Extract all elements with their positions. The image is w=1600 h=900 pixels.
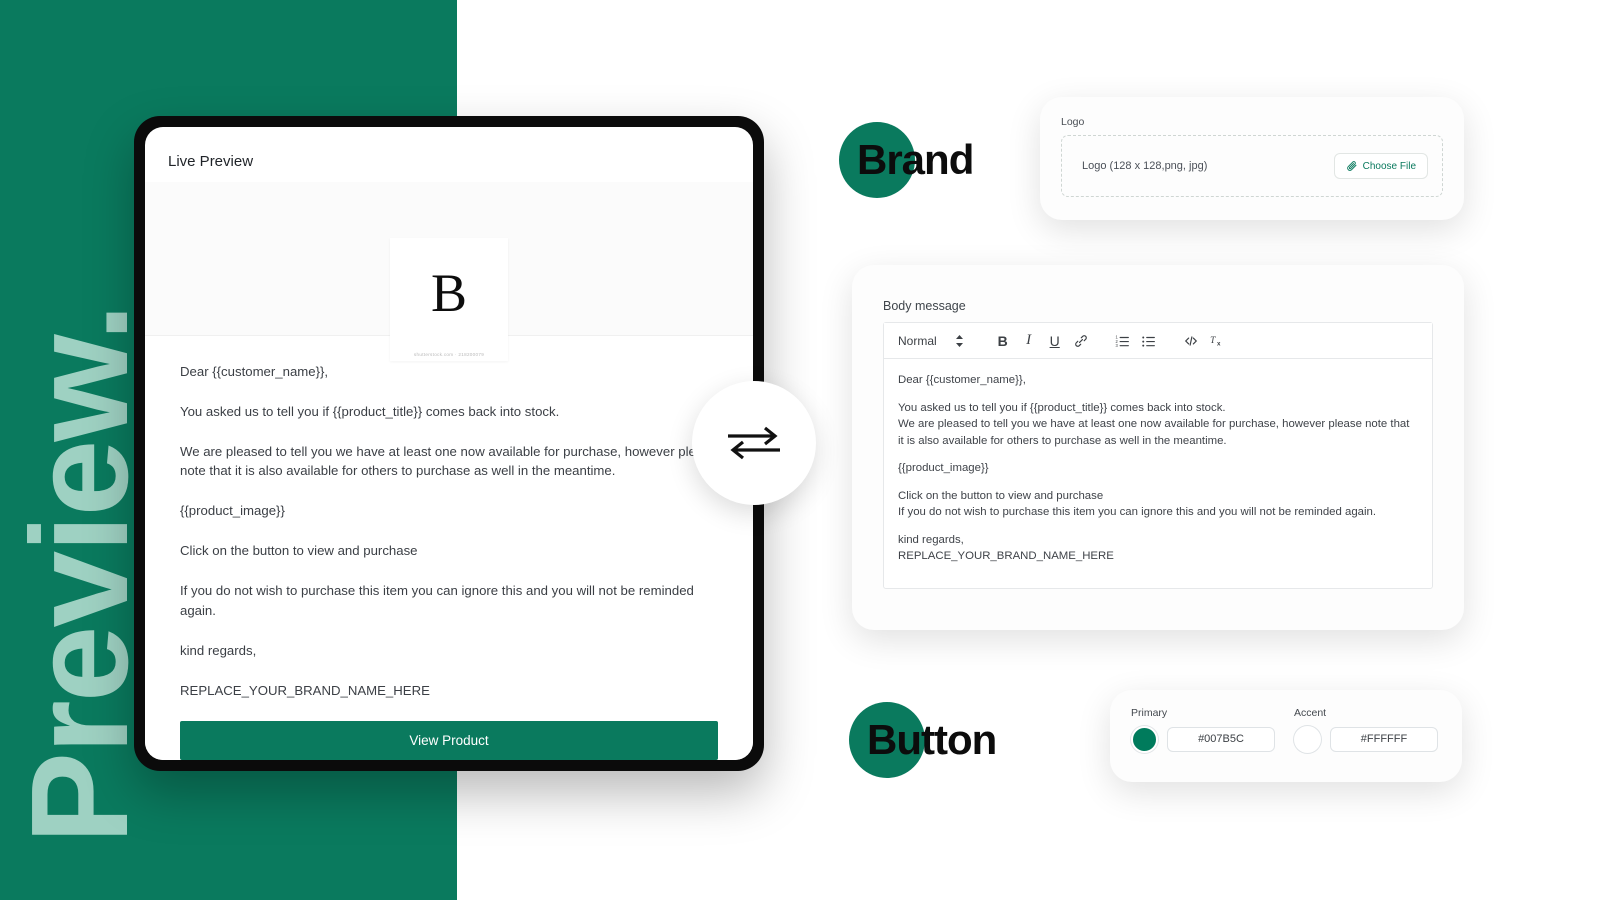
editor-text-area[interactable]: Dear {{customer_name}}, You asked us to … (884, 359, 1432, 576)
svg-text:T: T (1210, 336, 1216, 346)
editor-paragraph: Click on the button to view and purchase… (898, 489, 1377, 519)
accent-hex-input[interactable]: #FFFFFF (1330, 727, 1438, 752)
bold-button[interactable]: B (990, 328, 1016, 354)
preview-paragraph: {{product_image}} (180, 503, 285, 519)
page-title: Live Preview (168, 153, 254, 170)
preview-paragraph: kind regards, (180, 642, 257, 658)
banner-word: Preview. (3, 305, 157, 844)
accent-color-swatch[interactable] (1294, 726, 1321, 753)
choose-file-button[interactable]: Choose File (1333, 153, 1428, 179)
view-product-button[interactable]: View Product (180, 721, 718, 760)
ordered-list-button[interactable]: 1 2 3 (1110, 328, 1136, 354)
link-icon (1074, 334, 1087, 347)
button-chip-label: Button (867, 716, 997, 763)
accent-color-label: Accent (1294, 707, 1327, 719)
editor-paragraph: kind regards, REPLACE_YOUR_BRAND_NAME_HE… (898, 533, 1114, 563)
color-row: Primary #007B5C Accent #FFFFFF (1110, 690, 1462, 753)
svg-text:x: x (1217, 341, 1221, 348)
preview-hero: B shutterstock.com · 218200079 (145, 182, 753, 361)
body-message-label: Body message (883, 299, 966, 313)
bullet-list-icon (1142, 336, 1156, 347)
preview-paragraph: REPLACE_YOUR_BRAND_NAME_HERE (180, 682, 430, 698)
primary-hex-input[interactable]: #007B5C (1167, 727, 1275, 752)
ordered-list-icon: 1 2 3 (1116, 334, 1130, 347)
editor-paragraph: {{product_image}} (898, 462, 989, 475)
editor-paragraph: You asked us to tell you if {{product_ti… (898, 401, 1410, 447)
accent-color-group: Accent #FFFFFF (1294, 707, 1438, 753)
body-message-card: Body message Normal B I U 1 2 3 T x Dear… (852, 265, 1464, 630)
brand-logo-image: B shutterstock.com · 218200079 (390, 238, 508, 361)
brand-colors-card: Primary #007B5C Accent #FFFFFF (1110, 690, 1462, 782)
primary-color-group: Primary #007B5C (1131, 707, 1275, 753)
editor-paragraph: Dear {{customer_name}}, (898, 374, 1026, 386)
editor-toolbar: Normal B I U 1 2 3 T x (884, 323, 1432, 359)
logo-watermark: shutterstock.com · 218200079 (413, 352, 485, 357)
logo-letter: B (430, 262, 468, 323)
device-frame: Live Preview B shutterstock.com · 218200… (134, 116, 764, 771)
underline-button[interactable]: U (1042, 328, 1068, 354)
link-button[interactable] (1068, 328, 1094, 354)
logo-dropzone[interactable]: Logo (128 x 128,png, jpg) Choose File (1061, 135, 1443, 197)
paperclip-icon (1346, 161, 1357, 171)
clear-format-icon: T x (1210, 336, 1221, 348)
logo-field-label: Logo (1061, 116, 1085, 128)
primary-color-swatch[interactable] (1131, 726, 1158, 753)
sync-badge[interactable] (692, 381, 816, 505)
preview-paragraph: You asked us to tell you if {{product_ti… (180, 403, 560, 419)
preview-paragraph: We are pleased to tell you we have at le… (180, 443, 718, 479)
live-preview-screen: Live Preview B shutterstock.com · 218200… (145, 127, 753, 760)
preview-email-body: Dear {{customer_name}}, You asked us to … (145, 335, 753, 760)
format-select-value: Normal (898, 333, 937, 348)
preview-paragraph: Dear {{customer_name}}, (180, 363, 329, 379)
italic-button[interactable]: I (1016, 328, 1042, 354)
choose-file-label: Choose File (1362, 160, 1416, 172)
primary-color-label: Primary (1131, 707, 1168, 719)
svg-text:3: 3 (1116, 342, 1119, 347)
chevron-updown-icon (955, 334, 963, 347)
preview-paragraph: If you do not wish to purchase this item… (180, 583, 694, 618)
accent-color-controls: #FFFFFF (1294, 726, 1438, 753)
brand-section-chip: Brand (839, 122, 974, 198)
logo-upload-card: Logo Logo (128 x 128,png, jpg) Choose Fi… (1040, 97, 1464, 220)
code-button[interactable] (1178, 328, 1204, 354)
logo-hint-text: Logo (128 x 128,png, jpg) (1082, 160, 1208, 172)
bullet-list-button[interactable] (1136, 328, 1162, 354)
brand-chip-label: Brand (857, 136, 974, 183)
rich-text-editor: Normal B I U 1 2 3 T x Dear {{customer_n… (883, 322, 1433, 589)
code-icon (1184, 335, 1197, 346)
preview-paragraph: Click on the button to view and purchase (180, 543, 418, 559)
primary-color-controls: #007B5C (1131, 726, 1275, 753)
format-select[interactable]: Normal (896, 334, 974, 348)
sync-arrows-icon (728, 426, 780, 460)
clear-format-button[interactable]: T x (1204, 328, 1230, 354)
screenshot-root: Preview. Live Preview B shutterstock.com… (0, 0, 1600, 900)
button-section-chip: Button (849, 702, 997, 778)
